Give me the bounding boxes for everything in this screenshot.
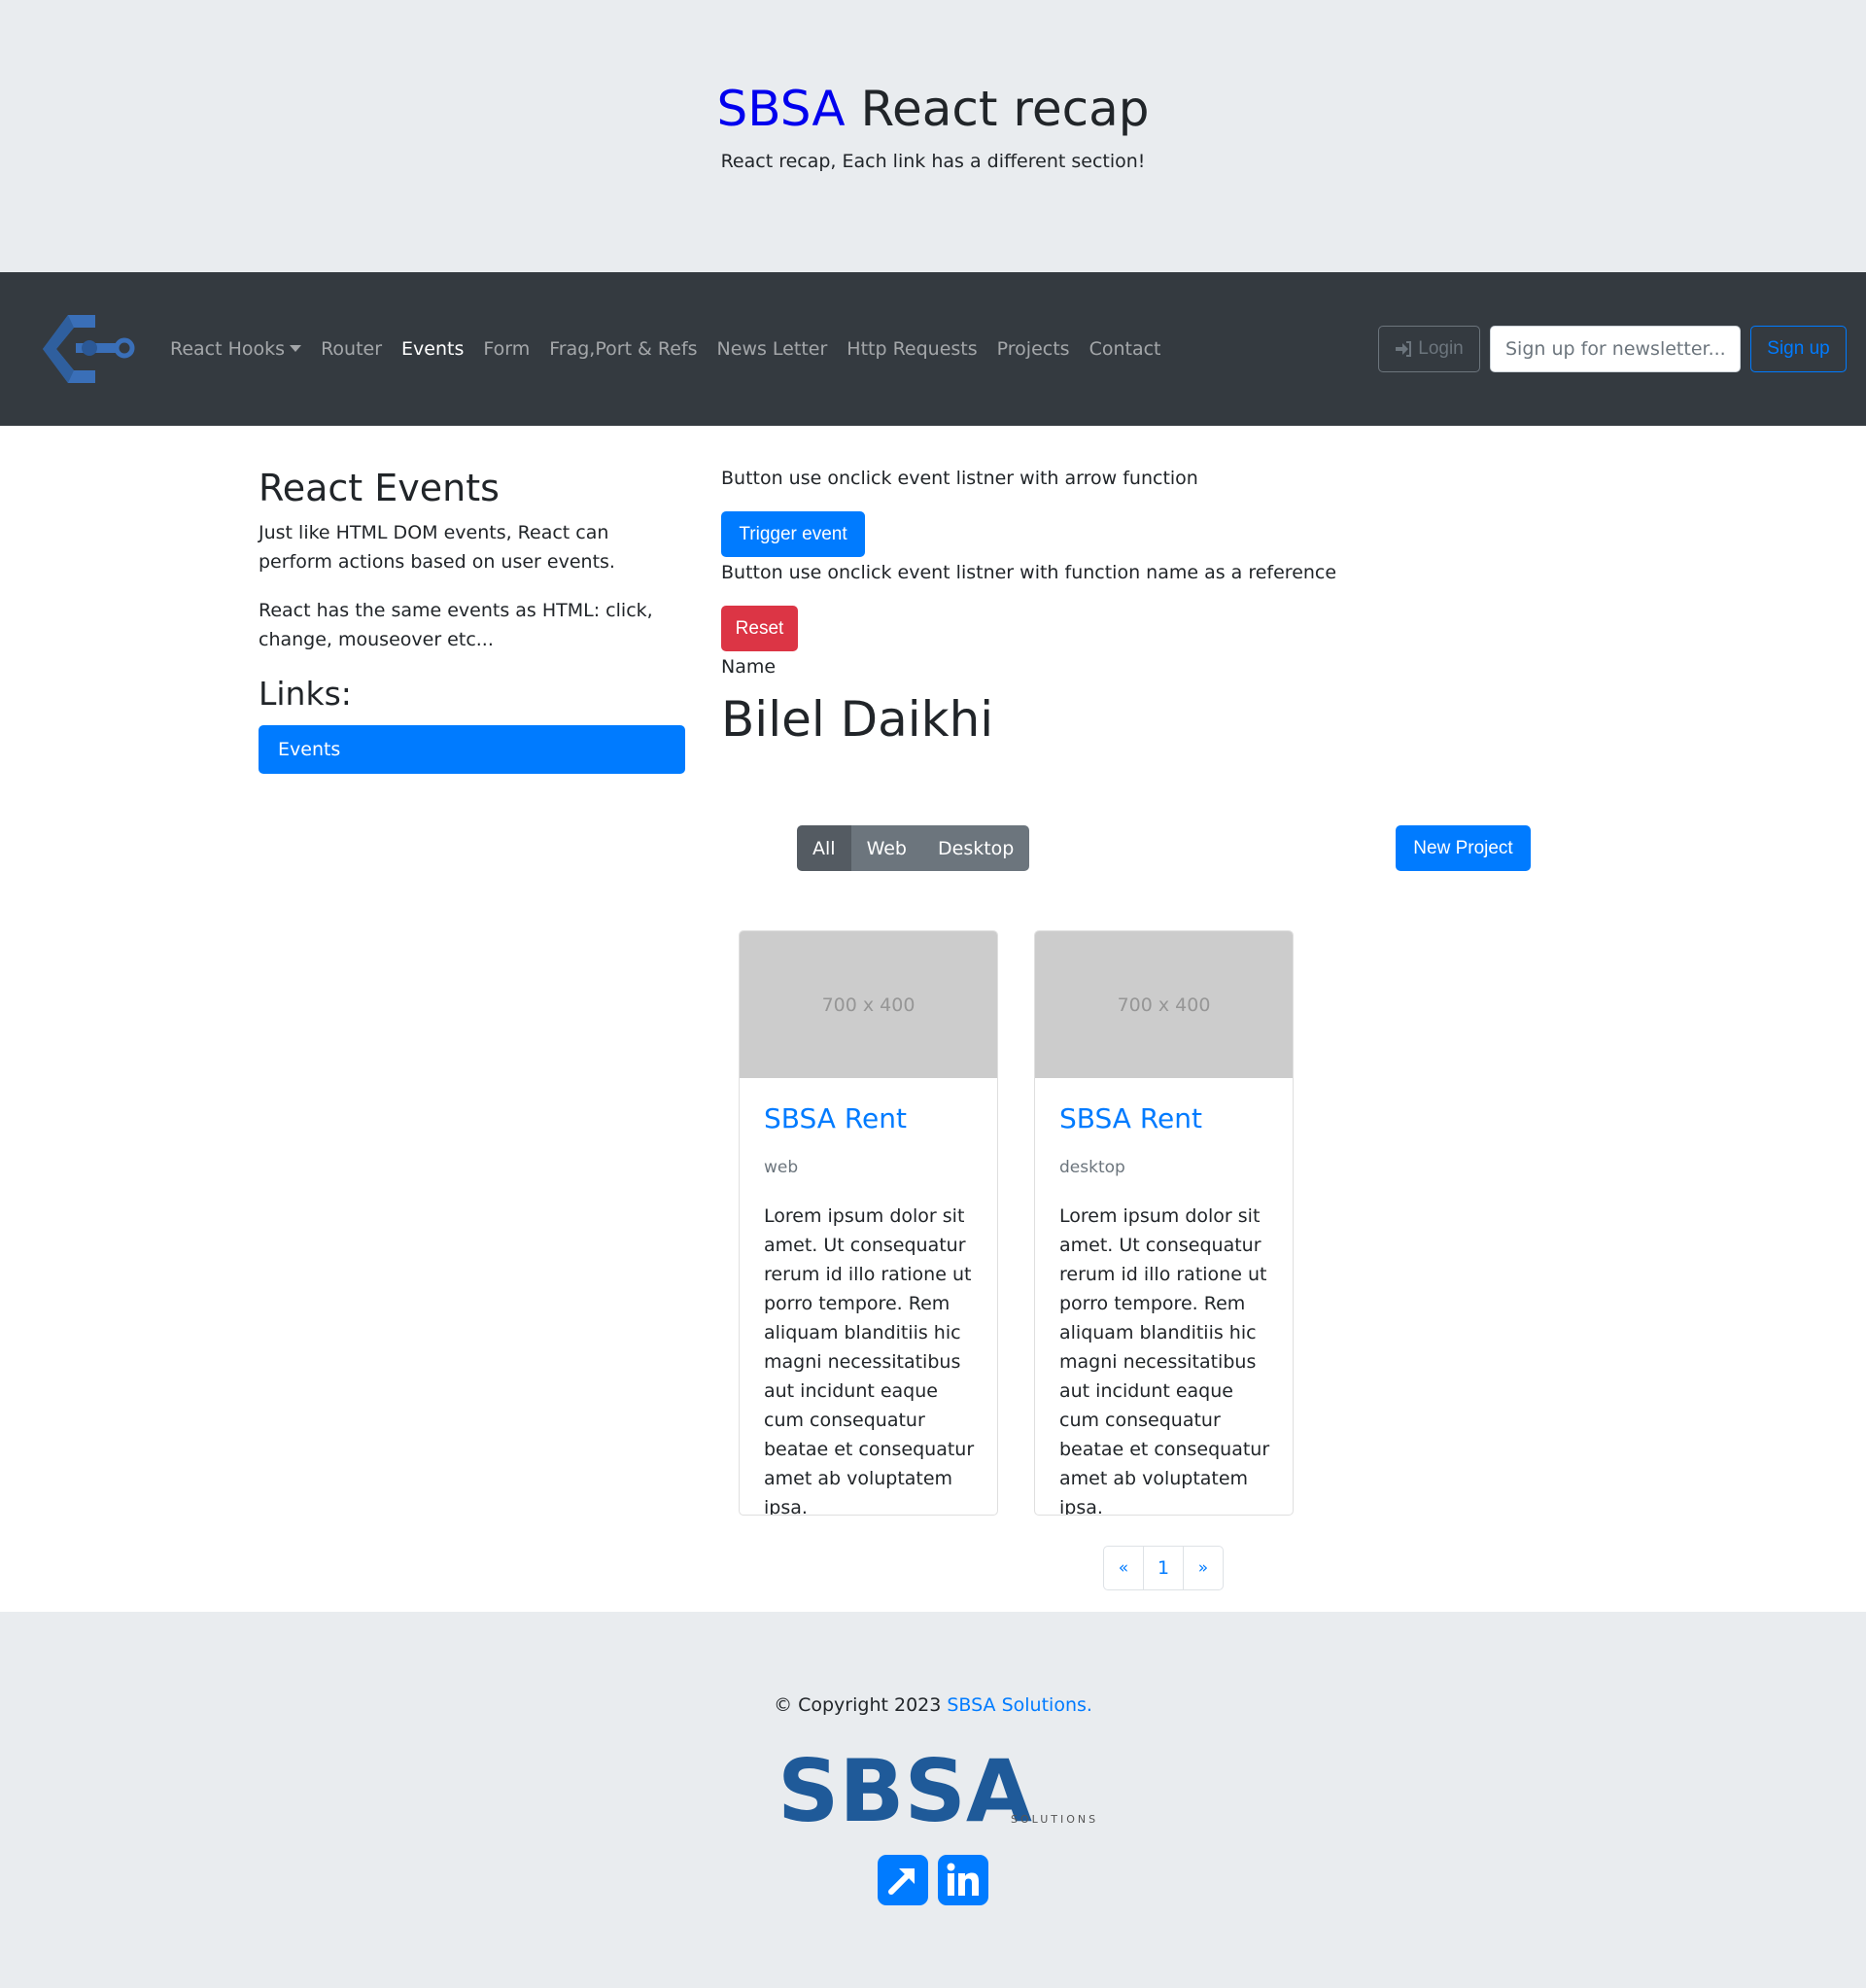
nav-item-projects[interactable]: Projects	[997, 338, 1070, 360]
name-display: Bilel Daikhi	[721, 691, 994, 748]
logo-text: SBSA	[778, 1743, 1032, 1831]
nav-item-news-letter[interactable]: News Letter	[717, 338, 828, 360]
external-link-icon[interactable]	[878, 1855, 928, 1905]
nav-item-http-requests[interactable]: Http Requests	[847, 338, 977, 360]
card-title[interactable]: SBSA Rent	[764, 1102, 907, 1135]
card-text: Lorem ipsum dolor sit amet. Ut consequat…	[764, 1205, 975, 1516]
reset-button[interactable]: Reset	[721, 606, 798, 651]
sign-in-icon	[1396, 341, 1412, 357]
trigger-event-button[interactable]: Trigger event	[721, 511, 865, 557]
site-logo-icon[interactable]	[39, 311, 142, 387]
jumbotron: SBSA React recap React recap, Each link …	[0, 0, 1866, 272]
links-heading: Links:	[259, 675, 352, 713]
logo-subtext: SOLUTIONS	[1011, 1813, 1098, 1826]
nav-item-contact[interactable]: Contact	[1089, 338, 1161, 360]
page-title-brand: SBSA	[716, 81, 846, 137]
project-card: 700 x 400 SBSA Rent desktop Lorem ipsum …	[1034, 930, 1294, 1516]
nav-item-events[interactable]: Events	[401, 338, 464, 360]
card-text: Lorem ipsum dolor sit amet. Ut consequat…	[1059, 1205, 1270, 1516]
filter-all-button[interactable]: All	[797, 825, 851, 871]
section-heading: React Events	[259, 467, 500, 509]
navbar: React Hooks Router Events Form Frag,Port…	[0, 272, 1866, 426]
pagination-prev[interactable]: «	[1103, 1546, 1144, 1590]
login-label: Login	[1418, 338, 1464, 359]
nav-item-frag-port-refs[interactable]: Frag,Port & Refs	[549, 338, 697, 360]
project-card: 700 x 400 SBSA Rent web Lorem ipsum dolo…	[739, 930, 998, 1516]
footer: © Copyright 2023 SBSA Solutions. SBSA SO…	[0, 1612, 1866, 1988]
social-links	[878, 1855, 988, 1905]
pagination-page[interactable]: 1	[1143, 1546, 1184, 1590]
name-label: Name	[721, 656, 777, 678]
nav-item-label: React Hooks	[170, 338, 286, 360]
caret-down-icon	[290, 345, 302, 352]
sidebar-link-events[interactable]: Events	[259, 725, 685, 774]
card-image-placeholder: 700 x 400	[1035, 931, 1293, 1078]
pagination: « 1 »	[1103, 1546, 1224, 1590]
reference-function-label: Button use onclick event listner with fu…	[721, 562, 1337, 583]
card-title[interactable]: SBSA Rent	[1059, 1102, 1202, 1135]
project-filter-group: All Web Desktop	[797, 825, 1030, 871]
company-link[interactable]: SBSA Solutions.	[947, 1694, 1092, 1716]
filter-web-button[interactable]: Web	[850, 825, 922, 871]
card-category: web	[764, 1158, 799, 1177]
signup-button[interactable]: Sign up	[1750, 326, 1847, 372]
filter-desktop-button[interactable]: Desktop	[922, 825, 1030, 871]
sbsa-solutions-logo: SBSA SOLUTIONS	[778, 1743, 1098, 1831]
page-title-text: React recap	[845, 81, 1150, 137]
login-button[interactable]: Login	[1378, 326, 1480, 372]
page-title: SBSA React recap	[0, 80, 1866, 138]
card-image-placeholder: 700 x 400	[740, 931, 997, 1078]
page-subtitle: React recap, Each link has a different s…	[720, 151, 1146, 172]
copyright: © Copyright 2023 SBSA Solutions.	[0, 1692, 1866, 1719]
section-paragraph: React has the same events as HTML: click…	[259, 600, 653, 650]
linkedin-icon[interactable]	[938, 1855, 988, 1905]
new-project-button[interactable]: New Project	[1396, 825, 1531, 871]
nav-item-form[interactable]: Form	[483, 338, 530, 360]
section-paragraph: Just like HTML DOM events, React can per…	[259, 522, 615, 573]
pagination-next[interactable]: »	[1183, 1546, 1224, 1590]
copyright-text: © Copyright 2023	[774, 1694, 948, 1716]
nav-item-router[interactable]: Router	[321, 338, 382, 360]
nav-item-react-hooks[interactable]: React Hooks	[170, 338, 302, 360]
newsletter-email-input[interactable]	[1490, 326, 1741, 372]
card-category: desktop	[1059, 1158, 1125, 1177]
nav-links: React Hooks Router Events Form Frag,Port…	[170, 272, 1180, 426]
arrow-function-label: Button use onclick event listner with ar…	[721, 468, 1198, 489]
